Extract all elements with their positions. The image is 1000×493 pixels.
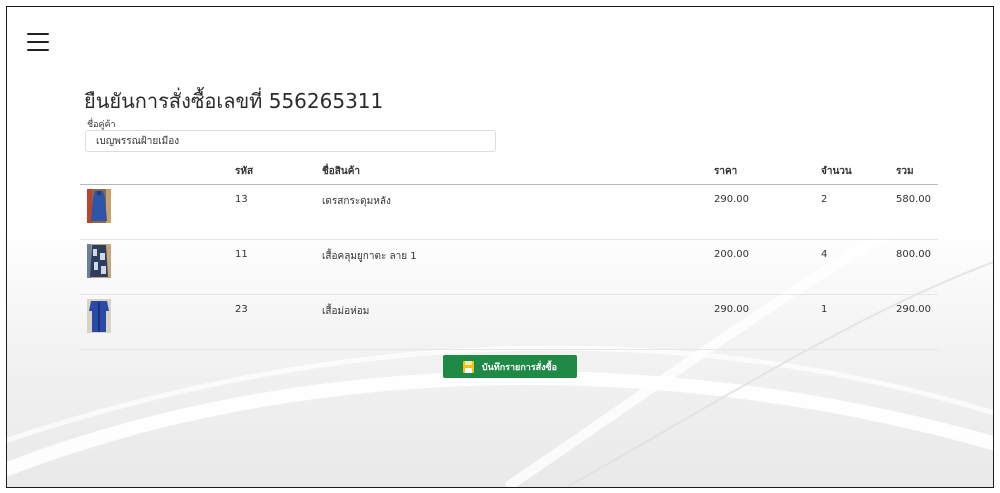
floppy-disk-icon <box>462 360 474 373</box>
header-code: รหัส <box>235 166 254 177</box>
table-row: 13 เดรสกระดุมหลัง 290.00 2 580.00 <box>80 185 938 240</box>
table-row: 11 เสื้อคลุมยูกาตะ ลาย 1 200.00 4 800.00 <box>80 240 938 295</box>
row-product-name: เสื้อม่อห่อม <box>322 306 370 317</box>
row-total: 800.00 <box>896 249 931 260</box>
row-quantity: 1 <box>821 304 828 315</box>
order-table: รหัส ชื่อสินค้า ราคา จำนวน รวม 13 เดรสกร… <box>80 155 938 350</box>
app-frame: ยืนยันการสั่งซื้อเลขที่ 556265311 ชื่อคู… <box>6 6 994 488</box>
row-price: 200.00 <box>714 249 749 260</box>
table-header: รหัส ชื่อสินค้า ราคา จำนวน รวม <box>80 155 938 185</box>
row-code: 23 <box>235 304 248 315</box>
header-total: รวม <box>896 166 914 177</box>
header-product-name: ชื่อสินค้า <box>322 166 361 177</box>
row-code: 11 <box>235 249 248 260</box>
hamburger-icon[interactable] <box>27 33 49 53</box>
row-quantity: 2 <box>821 194 828 205</box>
mor-hom-shirt-thumbnail <box>87 299 111 333</box>
ikat-shawl-thumbnail <box>87 244 111 278</box>
row-product-name: เสื้อคลุมยูกาตะ ลาย 1 <box>322 251 417 262</box>
row-total: 290.00 <box>896 304 931 315</box>
row-price: 290.00 <box>714 304 749 315</box>
header-quantity: จำนวน <box>821 166 852 177</box>
save-order-label: บันทึกรายการสั่งซื้อ <box>481 362 558 373</box>
header-price: ราคา <box>714 166 738 177</box>
save-order-button[interactable]: บันทึกรายการสั่งซื้อ <box>443 355 577 378</box>
row-price: 290.00 <box>714 194 749 205</box>
blue-dress-thumbnail <box>87 189 111 223</box>
row-quantity: 4 <box>821 249 828 260</box>
row-code: 13 <box>235 194 248 205</box>
partner-name-field[interactable] <box>85 130 496 152</box>
partner-label: ชื่อคู่ค้า <box>87 120 116 130</box>
row-product-name: เดรสกระดุมหลัง <box>322 196 391 207</box>
row-total: 580.00 <box>896 194 931 205</box>
table-row: 23 เสื้อม่อห่อม 290.00 1 290.00 <box>80 295 938 350</box>
page-title: ยืนยันการสั่งซื้อเลขที่ 556265311 <box>84 89 384 113</box>
